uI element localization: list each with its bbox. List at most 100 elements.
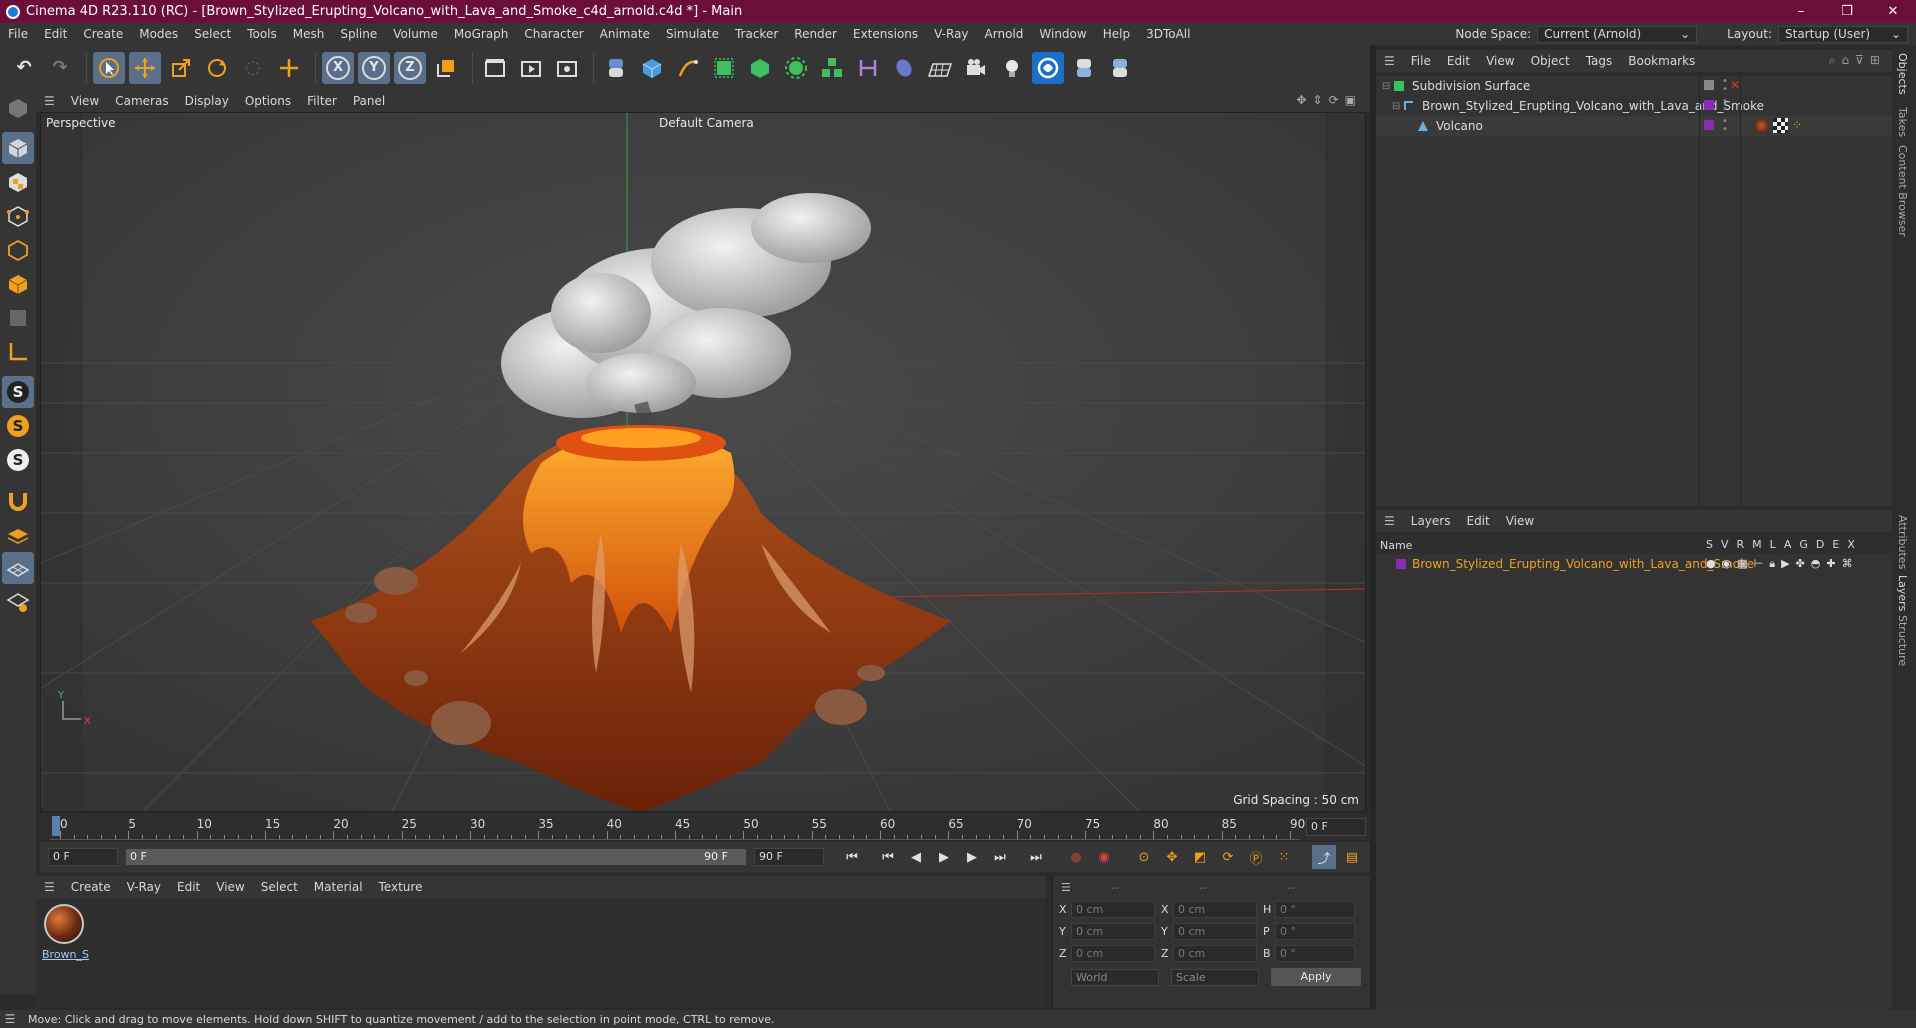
layer-menu-edit[interactable]: Edit [1458, 514, 1497, 528]
locked-workplane-icon[interactable] [2, 586, 34, 618]
rotation-h-field[interactable]: 0 ° [1275, 900, 1355, 918]
next-frame-icon[interactable]: ▶ [960, 845, 984, 869]
apply-button[interactable]: Apply [1271, 968, 1361, 986]
render-settings-icon[interactable] [551, 52, 583, 84]
menu-arnold[interactable]: Arnold [977, 23, 1032, 45]
side-tab-objects[interactable]: Objects [1896, 53, 1909, 95]
cloner-icon[interactable] [780, 52, 812, 84]
animation-play-icon[interactable]: ▶ [1781, 557, 1789, 571]
menu-mograph[interactable]: MoGraph [446, 23, 517, 45]
viewport-menu-panel[interactable]: Panel [345, 94, 393, 108]
uv-mode-icon[interactable] [2, 302, 34, 334]
manager-tree-icon[interactable]: ⊢ [1754, 557, 1764, 571]
material-menu-view[interactable]: View [208, 880, 252, 894]
menu-render[interactable]: Render [786, 23, 845, 45]
go-to-start-icon[interactable]: ⏮ [840, 845, 864, 869]
layer-color-swatch[interactable] [1704, 120, 1714, 130]
snap-enable-icon[interactable]: S [2, 376, 34, 408]
viewport-menu-cameras[interactable]: Cameras [107, 94, 176, 108]
visibility-dots-icon[interactable]: • • [1722, 97, 1728, 115]
viewport-menu-filter[interactable]: Filter [299, 94, 345, 108]
editor-visibility-toggle[interactable] [1704, 80, 1714, 90]
layer-color-swatch[interactable] [1704, 100, 1714, 110]
y-axis-lock-button[interactable]: Y [358, 51, 390, 84]
om-menu-object[interactable]: Object [1523, 54, 1578, 68]
om-menu-view[interactable]: View [1478, 54, 1522, 68]
previous-frame-icon[interactable]: ◀ [904, 845, 928, 869]
render-view-icon[interactable] [515, 52, 547, 84]
key-scale-icon[interactable]: ◩ [1188, 845, 1212, 869]
material-tag-icon[interactable] [1754, 118, 1769, 133]
add-object-icon[interactable] [273, 52, 305, 84]
viewport-menu-options[interactable]: Options [237, 94, 299, 108]
key-parameter-icon[interactable]: Ⓟ [1244, 845, 1268, 869]
size-x-field[interactable]: 0 cm [1173, 900, 1257, 918]
key-rotation-icon[interactable]: ⟳ [1216, 845, 1240, 869]
edge-mode-icon[interactable] [2, 234, 34, 266]
menu-character[interactable]: Character [516, 23, 591, 45]
arnold-icon[interactable] [1032, 51, 1064, 84]
layer-color-swatch[interactable] [1396, 559, 1406, 569]
menu-help[interactable]: Help [1095, 23, 1138, 45]
menu-edit[interactable]: Edit [36, 23, 75, 45]
grid-workplane-icon[interactable] [2, 552, 34, 584]
expression-icon[interactable]: ✚ [1826, 557, 1835, 571]
autokey-icon[interactable]: ◉ [1092, 845, 1116, 869]
next-key-icon[interactable]: ⏭ [988, 845, 1012, 869]
python-icon[interactable] [600, 52, 632, 84]
status-hamburger-icon[interactable]: ☰ [0, 1012, 20, 1026]
lock-icon[interactable]: 🔒︎ [1769, 557, 1775, 571]
material-menu-create[interactable]: Create [63, 880, 119, 894]
size-z-field[interactable]: 0 cm [1173, 944, 1257, 962]
menu-modes[interactable]: Modes [131, 23, 186, 45]
menu-vray[interactable]: V-Ray [926, 23, 976, 45]
menu-file[interactable]: File [0, 23, 36, 45]
visibility-dots-icon[interactable]: • • [1722, 117, 1728, 135]
size-y-field[interactable]: 0 cm [1173, 922, 1257, 940]
timeline-ruler[interactable]: 0 5 10 15 20 25 30 35 40 45 50 55 60 65 70 75 80 85 90 [50, 814, 1305, 840]
disabled-x-icon[interactable]: ✕ [1730, 78, 1740, 92]
cube-primitive-icon[interactable] [636, 52, 668, 84]
menu-volume[interactable]: Volume [385, 23, 446, 45]
extrude-generator-icon[interactable] [744, 52, 776, 84]
play-icon[interactable]: ▶ [932, 845, 956, 869]
timeline[interactable]: 0 5 10 15 20 25 30 35 40 45 50 55 60 65 70 75 80 85 90 0 F [40, 814, 1370, 840]
om-search-icons[interactable]: ⌕⌂⊽⊞ [1829, 53, 1886, 68]
point-mode-icon[interactable] [2, 200, 34, 232]
menu-3dtoall[interactable]: 3DToAll [1138, 23, 1198, 45]
make-editable-icon[interactable] [2, 92, 34, 124]
max-time-field[interactable]: 90 F [754, 848, 824, 866]
coordinates-hamburger-icon[interactable]: ☰ [1061, 881, 1071, 894]
layer-menu-layers[interactable]: Layers [1403, 514, 1459, 528]
generator-icon[interactable]: ✤ [1796, 557, 1805, 571]
menu-create[interactable]: Create [75, 23, 131, 45]
om-menu-tags[interactable]: Tags [1578, 54, 1621, 68]
material-hamburger-icon[interactable]: ☰ [36, 880, 63, 894]
min-time-field[interactable]: 0 F [48, 848, 118, 866]
deformer-icon[interactable]: ◓ [1811, 557, 1821, 571]
object-row-volcano-group[interactable]: ⊟ Brown_Stylized_Erupting_Volcano_with_L… [1376, 96, 1892, 116]
rotate-tool-icon[interactable] [201, 52, 233, 84]
preview-range-slider[interactable]: 0 F 90 F [126, 849, 746, 865]
x-axis-lock-button[interactable]: X [322, 51, 354, 84]
material-menu-vray[interactable]: V-Ray [119, 880, 169, 894]
solo-dot-icon[interactable]: ● [1706, 557, 1716, 571]
previous-key-icon[interactable]: ⏮ [876, 845, 900, 869]
menu-mesh[interactable]: Mesh [285, 23, 333, 45]
move-tool-icon[interactable] [129, 51, 161, 84]
side-tab-attributes[interactable]: Attributes [1896, 515, 1909, 569]
3d-viewport[interactable]: Y X Perspective Default Camera Grid Spac… [40, 112, 1366, 812]
position-y-field[interactable]: 0 cm [1071, 922, 1155, 940]
snap-settings-icon[interactable]: S [2, 410, 34, 442]
select-tool-icon[interactable] [93, 51, 125, 84]
layer-menu-view[interactable]: View [1498, 514, 1542, 528]
mograph-cloner-icon[interactable] [816, 52, 848, 84]
python-console-icon[interactable] [1104, 52, 1136, 84]
close-button[interactable]: ✕ [1870, 0, 1916, 23]
tweak-mode-icon[interactable] [2, 484, 34, 516]
node-space-dropdown[interactable]: Current (Arnold) ⌄ [1537, 25, 1698, 43]
interpolation-icon[interactable]: ⤴ [1312, 845, 1336, 869]
object-manager-hamburger-icon[interactable]: ☰ [1376, 54, 1403, 68]
material-menu-material[interactable]: Material [306, 880, 371, 894]
key-position-icon[interactable]: ✥ [1160, 845, 1184, 869]
